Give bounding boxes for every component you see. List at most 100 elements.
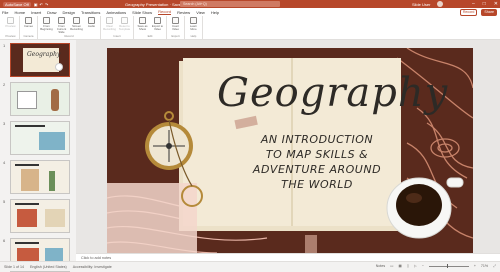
main-slide[interactable]: Geography AN INTRODUCTION TO MAP SKILLS … <box>107 48 473 253</box>
cameo-button[interactable]: Cameo <box>22 17 35 28</box>
slide-sorter-icon[interactable]: ▦ <box>399 264 402 268</box>
record-button[interactable]: Record <box>459 9 478 16</box>
zoom-slider[interactable] <box>428 264 469 268</box>
slide-editor: Geography AN INTRODUCTION TO MAP SKILLS … <box>76 40 500 253</box>
ribbon-group-label: Preview <box>5 34 16 38</box>
ribbon-button-label: Audio <box>87 24 96 28</box>
tab-animations[interactable]: Animations <box>106 10 126 15</box>
slide-counter: Slide 1 of 14 <box>4 264 24 269</box>
notes-toggle[interactable]: Notes <box>376 264 385 268</box>
insert-video-button[interactable]: Insert Video <box>169 17 182 31</box>
ribbon-button-label: Screen Recording <box>70 24 83 31</box>
ribbon-group-label: Help <box>190 34 197 38</box>
clear-recording-button[interactable]: Clear Recording <box>103 17 116 31</box>
minimize-button[interactable]: – <box>472 0 475 8</box>
from-beginning-icon <box>43 17 50 24</box>
tab-view[interactable]: View <box>196 10 205 15</box>
zoom-in-icon[interactable]: + <box>474 264 476 268</box>
document-title: Geography Presentation · Saved <box>125 1 184 7</box>
preview-button[interactable]: Preview <box>4 17 17 28</box>
normal-view-icon[interactable]: ▭ <box>390 264 393 268</box>
user-name[interactable]: Slide User <box>412 2 430 7</box>
tab-review[interactable]: Review <box>177 10 190 15</box>
ribbon-group-record: From Beginning From Current Slide Screen R… <box>38 16 101 39</box>
thumb-map <box>39 132 65 150</box>
audio-icon <box>88 17 95 24</box>
screen-recording-button[interactable]: Screen Recording <box>70 17 83 34</box>
ribbon-button-label: Preview <box>5 24 16 28</box>
tab-transitions[interactable]: Transitions <box>81 10 100 15</box>
tab-file[interactable]: File <box>2 10 8 15</box>
audio-button[interactable]: Audio <box>85 17 98 34</box>
ribbon-group-edit: Save as Show Export to Video Edit <box>134 16 167 39</box>
from-beginning-button[interactable]: From Beginning <box>40 17 53 34</box>
notes-pane[interactable]: Click to add notes <box>76 253 500 261</box>
save-icon[interactable]: ▣ <box>34 2 38 7</box>
save-as-show-icon <box>139 17 146 24</box>
slide-number: 3 <box>3 121 6 126</box>
slideshow-icon[interactable]: ▷ <box>414 264 417 268</box>
slide-number: 5 <box>3 199 6 204</box>
coffee-cup-icon <box>386 177 464 239</box>
thumb-map <box>21 169 39 191</box>
slide-subtitle[interactable]: AN INTRODUCTION TO MAP SKILLS & ADVENTUR… <box>247 132 387 192</box>
slide-thumbnail-4[interactable] <box>10 160 70 194</box>
thumb-heading <box>15 125 45 127</box>
ribbon-button-label: From Current Slide <box>56 24 67 34</box>
ribbon-group-label: Edit <box>147 34 153 38</box>
accessibility-status[interactable]: Accessibility: Investigate <box>73 265 112 269</box>
ribbon-button-label: From Beginning <box>40 24 53 31</box>
thumb-legend <box>49 171 55 191</box>
insert-video-icon <box>172 17 179 24</box>
thumb-title: Geography <box>27 51 61 58</box>
slide-thumbnail-2[interactable] <box>10 82 70 116</box>
ribbon-tabs: File Home Insert Draw Design Transitions Anima… <box>0 8 500 16</box>
tab-design[interactable]: Design <box>62 10 74 15</box>
fit-slide-icon[interactable]: ⤢ <box>493 264 496 268</box>
ribbon-group-label: Record <box>64 34 74 38</box>
zoom-out-icon[interactable]: − <box>422 264 424 268</box>
zoom-level[interactable]: 71% <box>481 264 488 268</box>
search-box[interactable]: Search (Alt+Q) <box>180 1 280 7</box>
share-button[interactable]: Share <box>481 9 497 16</box>
tab-slide-show[interactable]: Slide Show <box>132 10 152 15</box>
title-bar: AutoSave Off ▣ ↶ ↷ Geography Presentatio… <box>0 0 500 8</box>
ribbon: Preview Preview Cameo Camera From Beginning F… <box>0 16 500 40</box>
ribbon-button-label: Clear Recording <box>103 24 116 31</box>
avatar[interactable] <box>437 1 443 7</box>
tab-draw[interactable]: Draw <box>47 10 56 15</box>
tab-record[interactable]: Record <box>158 9 172 15</box>
screen-recording-icon <box>73 17 80 24</box>
reset-to-template-button[interactable]: Reset to Template <box>118 17 131 31</box>
slide-thumbnail-3[interactable] <box>10 121 70 155</box>
ribbon-group-help: Learn More Help <box>185 16 203 39</box>
slide-thumbnail-5[interactable] <box>10 199 70 233</box>
slide-thumbnail-1[interactable]: Geography <box>10 43 70 77</box>
ribbon-button-label: Reset to Template <box>118 24 131 31</box>
tab-help[interactable]: Help <box>211 10 219 15</box>
undo-icon[interactable]: ↶ <box>40 2 43 7</box>
autosave-toggle[interactable]: AutoSave Off <box>3 1 31 7</box>
close-button[interactable]: ✕ <box>494 0 498 8</box>
learn-more-button[interactable]: Learn More <box>187 17 200 31</box>
language-indicator[interactable]: English (United States) <box>30 265 67 269</box>
export-to-video-button[interactable]: Export to Video <box>151 17 164 31</box>
redo-icon[interactable]: ↷ <box>45 2 48 7</box>
subtitle-line: AN INTRODUCTION <box>260 133 374 146</box>
thumb-heading <box>15 242 39 244</box>
slide-number: 4 <box>3 160 6 165</box>
ribbon-group-label: Insert <box>113 34 121 38</box>
from-current-slide-button[interactable]: From Current Slide <box>55 17 68 34</box>
reading-view-icon[interactable]: ▯ <box>407 264 409 268</box>
ribbon-button-label: Export to Video <box>151 24 164 31</box>
save-as-show-button[interactable]: Save as Show <box>136 17 149 31</box>
ribbon-button-label: Insert Video <box>171 24 180 31</box>
ribbon-group-export: Insert Video Export <box>167 16 185 39</box>
ribbon-group-camera: Cameo Camera <box>20 16 38 39</box>
thumb-card <box>17 91 37 109</box>
slide-title[interactable]: Geography <box>217 70 447 116</box>
maximize-button[interactable]: □ <box>483 0 486 8</box>
tab-home[interactable]: Home <box>14 10 25 15</box>
tab-insert[interactable]: Insert <box>31 10 41 15</box>
from-current-slide-icon <box>58 17 65 24</box>
